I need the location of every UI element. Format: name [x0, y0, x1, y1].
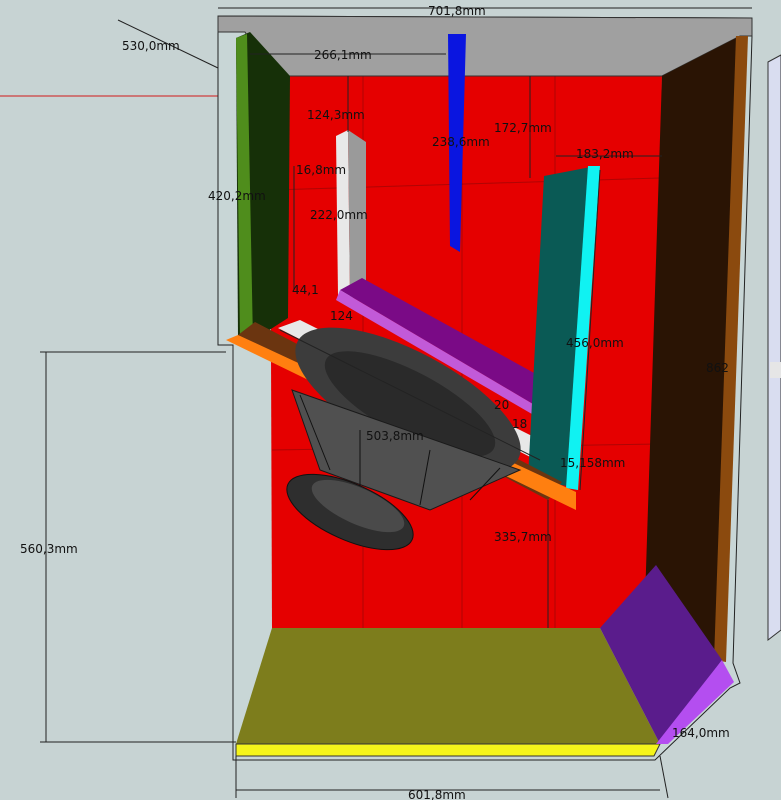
label-slant-width: 164,0mm [672, 726, 730, 740]
label-bottom-width: 601,8mm [408, 788, 466, 800]
label-small-left: 44,1 [292, 283, 319, 297]
label-inner-top: 266,1mm [314, 48, 372, 62]
label-small-124: 124 [330, 309, 353, 323]
floor-edge [235, 743, 661, 757]
label-left-height: 420,2mm [208, 189, 266, 203]
cabinet-diagram: 701,8mm 530,0mm 266,1mm 124,3mm 172,7mm … [0, 0, 781, 800]
label-172-7: 172,7mm [494, 121, 552, 135]
label-teal-height: 456,0mm [566, 336, 624, 350]
label-right-height: 862 [706, 361, 729, 375]
label-tiny-b: 18 [512, 417, 527, 431]
label-speaker-width: 503,8mm [366, 429, 424, 443]
label-left-lower: 560,3mm [20, 542, 78, 556]
label-16-8: 16,8mm [296, 163, 346, 177]
adjacent-box [767, 54, 781, 642]
floor-panel [236, 628, 660, 744]
label-183-2: 183,2mm [576, 147, 634, 161]
label-depth-top: 530,0mm [122, 39, 180, 53]
label-124-3: 124,3mm [307, 108, 365, 122]
label-white-height: 222,0mm [310, 208, 368, 222]
label-width-top: 701,8mm [428, 4, 486, 18]
label-blue-length: 238,6mm [432, 135, 490, 149]
label-bottom-small: 15,158mm [560, 456, 625, 470]
adjacent-box-face [770, 362, 781, 378]
label-tiny-a: 20 [494, 398, 509, 412]
label-below-height: 335,7mm [494, 530, 552, 544]
top-panel [217, 15, 753, 77]
